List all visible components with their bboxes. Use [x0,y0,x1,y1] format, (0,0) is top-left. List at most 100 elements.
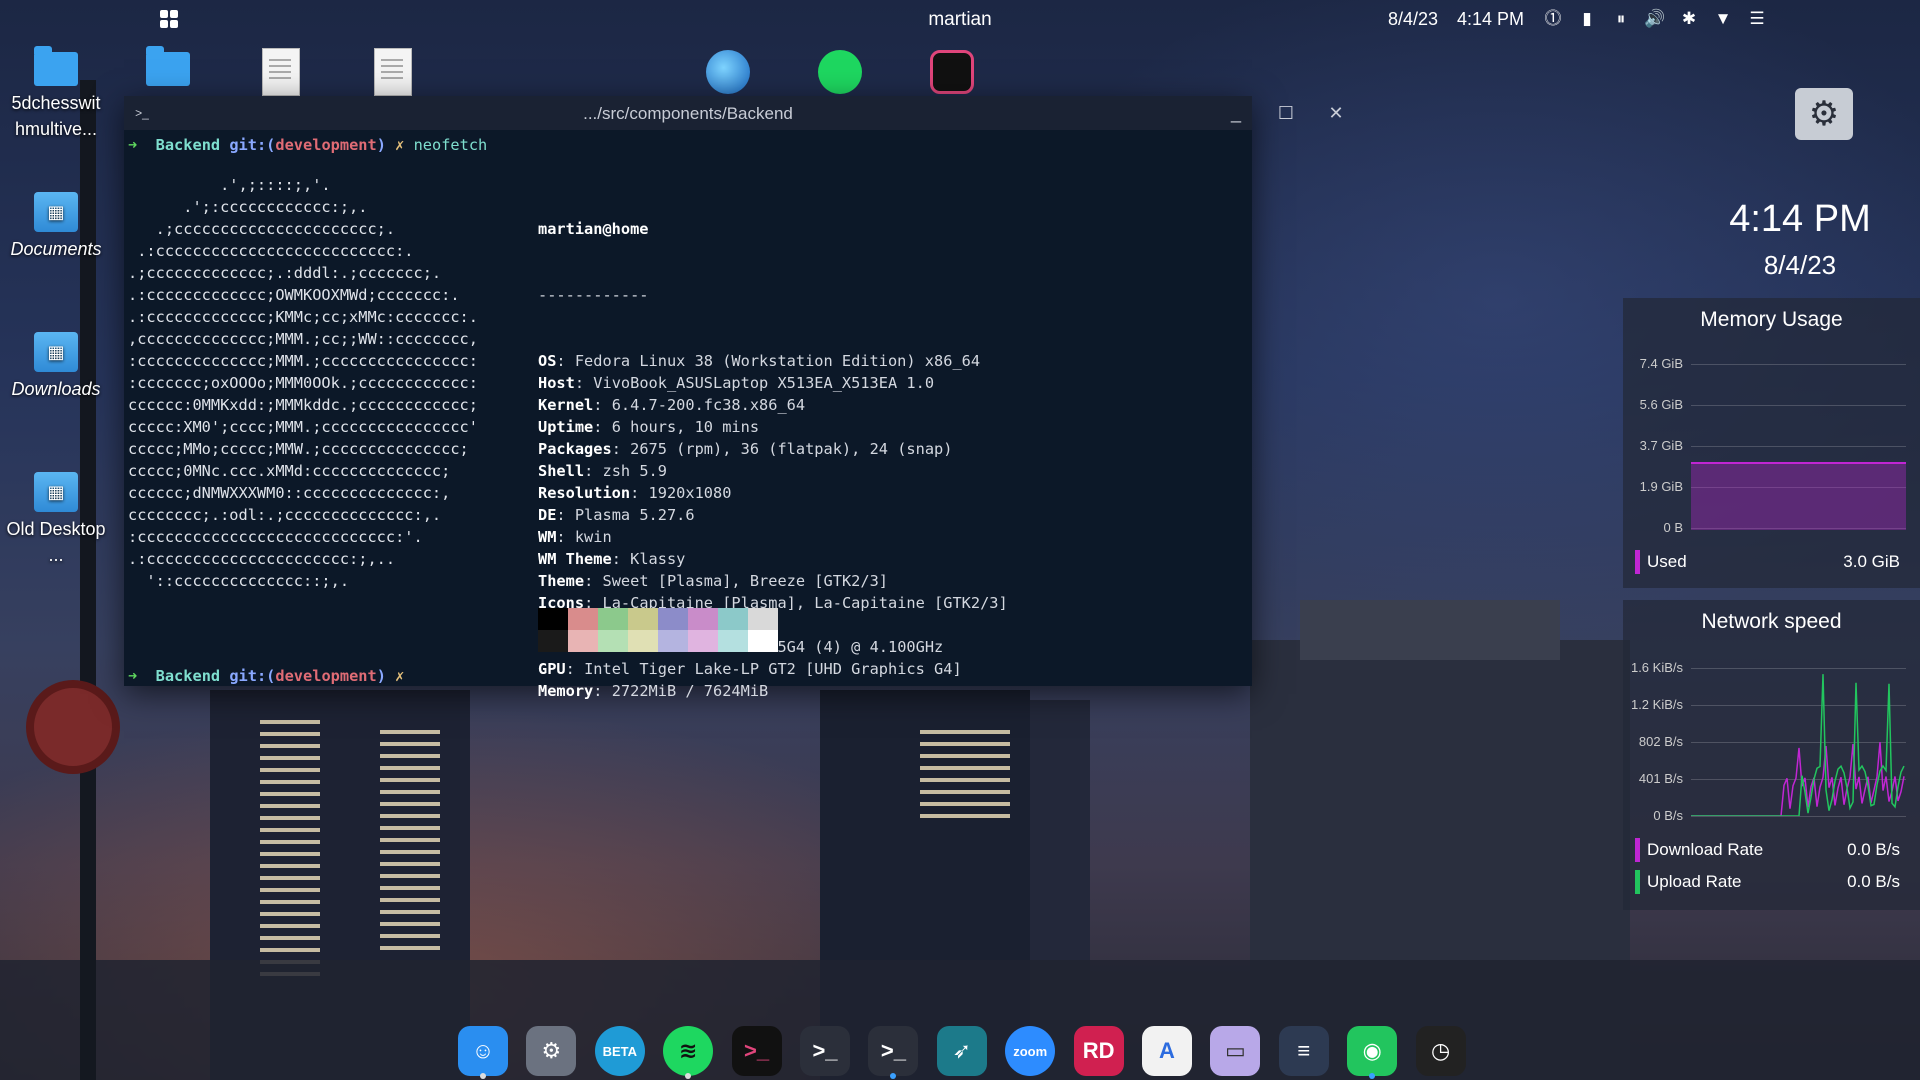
terminal-icon[interactable]: >_ [731,1026,782,1076]
palette-swatch [748,608,778,630]
archive-icon[interactable]: ▭ [1210,1026,1261,1076]
palette-swatch [568,608,598,630]
settings-icon[interactable]: ⚙ [526,1026,577,1076]
settings-widget-icon[interactable]: ⚙ [1795,88,1853,140]
palette-swatch [598,630,628,652]
upload-rate-line [1691,674,1905,816]
finder-icon[interactable]: ☺ [458,1026,508,1076]
axis-tick-label: 1.2 KiB/s [1630,697,1683,712]
axis-tick-label: 7.4 GiB [1639,356,1683,371]
kingfisher-icon[interactable]: ➶ [936,1026,987,1076]
info-colon: : [556,352,566,370]
info-line: Memory: 2722MiB / 7624MiB [538,680,1008,702]
desktop-icon-label: Old Desktop ... [6,519,106,565]
screenshot-icon[interactable]: ◉ [1347,1026,1398,1076]
rider-icon[interactable]: RD [1073,1026,1124,1076]
desktop-icon-documents[interactable]: ▦ Documents [6,192,106,262]
info-value: Fedora Linux 38 (Workstation Edition) x8… [565,352,981,370]
info-colon: : [574,374,585,392]
info-line: GPU: Intel Tiger Lake-LP GT2 [UHD Graphi… [538,658,1008,680]
document-shortcut-icon[interactable] [262,48,300,96]
active-window-title: martian [928,9,992,30]
panel-time[interactable]: 4:14 PM [1457,9,1524,30]
palette-swatch [658,608,688,630]
info-value: 6.4.7-200.fc38.x86_64 [602,396,806,414]
terminal-title: .../src/components/Backend [583,104,793,123]
app-store-icon[interactable]: A [1142,1026,1192,1076]
upload-legend-swatch [1635,870,1640,894]
info-value: kwin [565,528,612,546]
folder-shortcut-icon[interactable] [146,46,190,86]
edge-beta-icon[interactable]: BETA [594,1026,645,1076]
prompt-line: ➜ Backend git:(development) ✗ neofetch [128,136,488,154]
downloads-folder-icon: ▦ [34,332,78,372]
network-speed-widget: Network speed 1.6 KiB/s 1.2 KiB/s 802 B/s 4… [1623,600,1920,910]
palette-swatch [718,608,748,630]
info-colon: : [611,550,621,568]
info-value: Intel Tiger Lake-LP GT2 [UHD Graphics G4… [574,660,962,678]
axis-tick-label: 401 B/s [1638,771,1683,786]
panel-date[interactable]: 8/4/23 [1388,9,1438,30]
axis-tick-label: 0 B/s [1653,808,1683,823]
edge-shortcut-icon[interactable] [706,50,750,94]
palette-swatch [538,608,568,630]
clock-widget-time: 4:14 PM [1729,198,1871,240]
desktop-icon-downloads[interactable]: ▦ Downloads [6,332,106,402]
terminal-window[interactable]: >_ .../src/components/Backend _ ☐ ✕ ➜ Ba… [124,96,1344,700]
palette-swatch [538,630,568,652]
memory-legend-value: 3.0 GiB [1843,552,1900,571]
zoom-icon[interactable]: zoom [1005,1026,1056,1076]
application-menu-icon[interactable] [160,10,178,28]
grid-line [1691,364,1906,365]
volume-icon[interactable]: 🔊 [1644,8,1666,30]
minimize-button[interactable]: _ [1224,102,1248,124]
palette-swatch [628,630,658,652]
spotify-shortcut-icon[interactable] [818,50,862,94]
info-key: WM [538,528,557,546]
desktop-icon-label: Downloads [11,379,101,399]
separator: ------------ [538,286,649,304]
palette-swatch [688,630,718,652]
palette-swatch [748,630,778,652]
konsole-2-icon[interactable]: >_ [868,1026,919,1076]
info-value: 6 hours, 10 mins [602,418,760,436]
info-value: VivoBook_ASUSLaptop X513EA_X513EA 1.0 [584,374,935,392]
info-line: Theme: Sweet [Plasma], Breeze [GTK2/3] [538,570,1008,592]
info-value: Sweet [Plasma], Breeze [GTK2/3] [593,572,888,590]
info-key: Theme [538,572,585,590]
system-tray-menu-icon[interactable]: ☰ [1746,8,1768,30]
old-desktop-folder-icon: ▦ [34,472,78,512]
maximize-button[interactable]: ☐ [1274,102,1298,124]
axis-tick-label: 1.6 KiB/s [1630,660,1683,675]
info-value: 2722MiB / 7624MiB [602,682,769,700]
grid-line [1691,405,1906,406]
konsole-icon[interactable]: >_ [800,1026,850,1076]
grid-line [1691,816,1906,817]
media-pause-icon[interactable]: ⏸ [1610,8,1632,30]
kitty-shortcut-icon[interactable] [930,50,974,94]
info-key: GPU [538,660,566,678]
network-traffic-lines [1691,674,1905,816]
info-value: zsh 5.9 [593,462,667,480]
wifi-icon[interactable]: ▼ [1712,8,1734,30]
spotify-icon[interactable]: ≋ [663,1026,714,1076]
bluetooth-icon[interactable]: ✱ [1678,8,1700,30]
update-icon[interactable]: ⓵ [1542,8,1564,30]
info-key: OS [538,352,557,370]
desktop-icon-old-desktop[interactable]: ▦ Old Desktop ... [6,472,106,568]
color-palette [538,608,778,652]
document-shortcut-2-icon[interactable] [374,48,412,96]
close-button[interactable]: ✕ [1324,102,1348,124]
code-editor-icon[interactable]: ≡ [1278,1026,1329,1076]
info-line: Shell: zsh 5.9 [538,460,1008,482]
desktop-icon-5dchess[interactable]: 5dchesswit hmultive... [6,46,106,142]
clock-app-icon[interactable]: ◷ [1415,1026,1466,1076]
desktop-icon-label: 5dchesswit hmultive... [11,93,101,139]
palette-swatch [658,630,688,652]
info-key: Resolution [538,484,631,502]
clipboard-icon[interactable]: ▮ [1576,8,1598,30]
user-host: martian@home [538,220,649,238]
terminal-titlebar[interactable]: >_ .../src/components/Backend _ ☐ ✕ [124,96,1344,130]
upload-legend-value: 0.0 B/s [1847,872,1900,891]
memory-usage-widget: Memory Usage 7.4 GiB 5.6 GiB 3.7 GiB 1.9 Gi… [1623,298,1920,588]
